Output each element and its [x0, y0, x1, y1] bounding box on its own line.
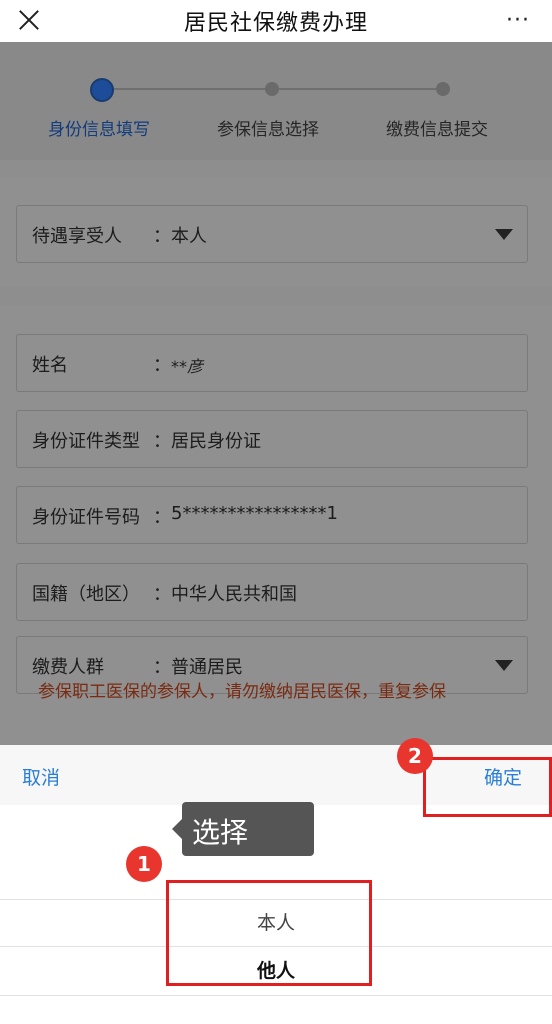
select-tooltip: 选择 [172, 802, 314, 856]
field-colon: ： [153, 431, 171, 452]
field-colon: ： [153, 507, 171, 528]
step-line [112, 88, 265, 90]
field-label: 身份证件号码 [32, 507, 140, 528]
progress-steps: 身份信息填写 参保信息选择 缴费信息提交 [0, 42, 552, 160]
field-value: 本人 [171, 226, 207, 247]
cancel-button[interactable]: 取消 [22, 763, 60, 790]
field-value: 普通居民 [171, 657, 243, 678]
step-badge-2: 2 [397, 738, 433, 774]
page-title: 居民社保缴费办理 [183, 11, 368, 36]
close-icon[interactable] [16, 6, 42, 32]
field-label: 待遇享受人 [32, 226, 122, 247]
tooltip-text: 选择 [192, 816, 249, 849]
top-bar: 居民社保缴费办理 ··· [0, 0, 552, 42]
options-highlight-box [166, 880, 372, 986]
field-label: 国籍（地区） [32, 584, 140, 605]
step-badge-1: 1 [126, 846, 162, 882]
field-value: 居民身份证 [171, 431, 261, 452]
field-label: 身份证件类型 [32, 431, 140, 452]
dropdown-caret-icon [495, 229, 513, 240]
confirm-highlight-box [423, 757, 552, 817]
field-colon: ： [153, 355, 171, 376]
beneficiary-select[interactable]: 待遇享受人 ： 本人 [16, 205, 528, 263]
field-colon: ： [153, 584, 171, 605]
dropdown-caret-icon [495, 660, 513, 671]
field-label: 缴费人群 [32, 657, 104, 678]
field-colon: ： [153, 226, 171, 247]
name-field[interactable]: 姓名 ： **彦 [16, 334, 528, 392]
id-type-field[interactable]: 身份证件类型 ： 居民身份证 [16, 410, 528, 468]
id-number-field[interactable]: 身份证件号码 ： 5****************1 [16, 486, 528, 544]
nationality-field[interactable]: 国籍（地区） ： 中华人民共和国 [16, 563, 528, 621]
step-label-payment: 缴费信息提交 [386, 120, 488, 140]
step-dot-active [90, 78, 114, 102]
step-line [279, 88, 436, 90]
field-value: 5****************1 [171, 503, 338, 524]
field-colon: ： [153, 657, 171, 678]
field-value: 中华人民共和国 [171, 584, 297, 605]
more-icon[interactable]: ··· [506, 8, 530, 33]
picker-divider [0, 995, 552, 996]
step-dot [265, 82, 279, 96]
section-divider [0, 287, 552, 305]
field-label: 姓名 [32, 355, 68, 376]
field-value: **彦 [171, 357, 204, 376]
step-dot [436, 82, 450, 96]
step-label-identity: 身份信息填写 [48, 120, 150, 140]
form-page: 身份信息填写 参保信息选择 缴费信息提交 待遇享受人 ： 本人 姓名 ： **彦… [0, 42, 552, 745]
step-label-insurance: 参保信息选择 [217, 120, 319, 140]
warning-text: 参保职工医保的参保人，请勿缴纳居民医保，重复参保 [38, 682, 446, 702]
section-divider [0, 160, 552, 178]
